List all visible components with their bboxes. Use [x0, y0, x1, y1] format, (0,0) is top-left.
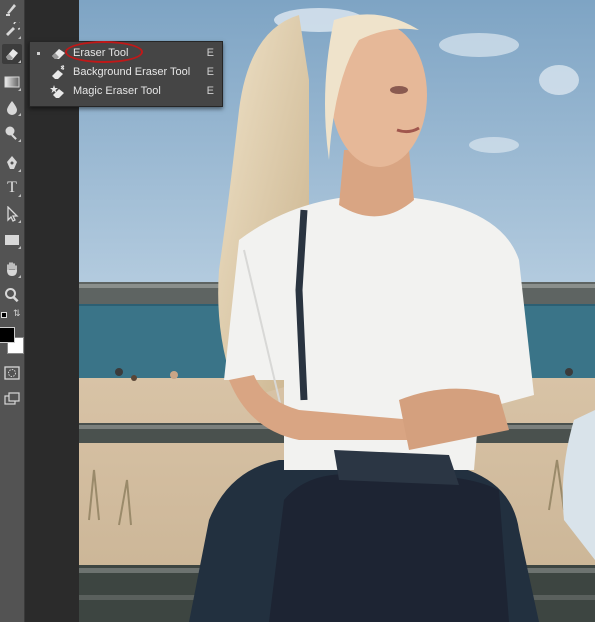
eraser-tool-button[interactable]: [2, 44, 22, 64]
foreground-color-swatch[interactable]: [0, 327, 15, 343]
flyout-item-eraser-tool[interactable]: Eraser Tool E: [30, 44, 222, 63]
tools-panel: T ⇅: [0, 0, 25, 622]
history-brush-tool-button[interactable]: [2, 20, 22, 40]
eraser-icon: [52, 49, 65, 59]
flyout-item-shortcut: E: [206, 47, 214, 59]
quick-mask-button[interactable]: [2, 363, 22, 383]
blur-tool-button[interactable]: [2, 97, 22, 117]
flyout-item-background-eraser-tool[interactable]: Background Eraser Tool E: [30, 63, 222, 82]
brush-icon: [6, 4, 16, 16]
flyout-item-label: Magic Eraser Tool: [73, 85, 161, 97]
type-icon: T: [7, 179, 17, 196]
brush-tool-button[interactable]: [2, 0, 22, 18]
rectangle-tool-button[interactable]: [2, 230, 22, 250]
flyout-item-shortcut: E: [206, 85, 214, 97]
screen-mode-button[interactable]: [2, 389, 22, 409]
dodge-tool-button[interactable]: [2, 123, 22, 143]
flyout-item-label: Eraser Tool: [73, 47, 129, 59]
type-tool-button[interactable]: T: [2, 178, 22, 198]
default-colors-icon[interactable]: [1, 310, 7, 318]
background-eraser-icon: [52, 65, 65, 79]
path-selection-tool-button[interactable]: [2, 204, 22, 224]
screen-mode-icon: [4, 392, 20, 405]
gradient-tool-button[interactable]: [2, 72, 22, 92]
flyout-item-label: Background Eraser Tool: [73, 66, 191, 78]
selected-indicator: [37, 52, 40, 55]
hand-tool-button[interactable]: [2, 259, 22, 279]
zoom-tool-button[interactable]: [2, 285, 22, 305]
swap-colors-icon[interactable]: ⇅: [13, 309, 21, 318]
magic-eraser-icon: [50, 85, 64, 98]
zoom-icon: [5, 288, 19, 303]
pen-tool-button[interactable]: [2, 153, 22, 173]
eraser-tools-flyout-menu: Eraser Tool E Background Eraser Tool E M…: [29, 41, 223, 107]
flyout-item-shortcut: E: [206, 66, 214, 78]
flyout-item-magic-eraser-tool[interactable]: Magic Eraser Tool E: [30, 82, 222, 101]
quick-mask-icon: [4, 366, 20, 380]
